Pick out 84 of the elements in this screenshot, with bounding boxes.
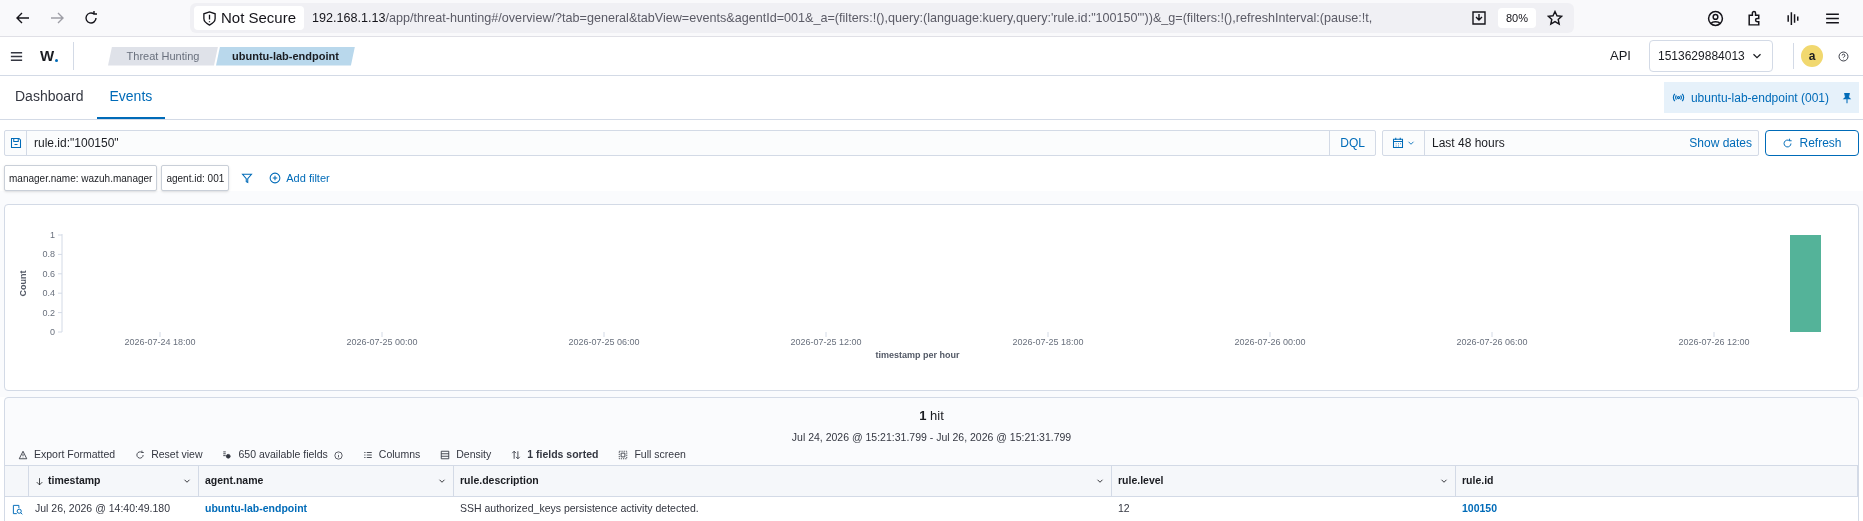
breadcrumb[interactable]: ubuntu-lab-endpoint bbox=[216, 46, 355, 66]
fullscreen-icon bbox=[618, 450, 629, 461]
back-icon[interactable] bbox=[15, 10, 31, 26]
api-label: API bbox=[1610, 47, 1631, 66]
x-tick-label: 2026-07-25 00:00 bbox=[346, 337, 418, 347]
pinned-agent-badge[interactable]: ubuntu-lab-endpoint (001) bbox=[1663, 82, 1859, 113]
zoom-level[interactable]: 80% bbox=[1497, 8, 1536, 28]
toolbar-button[interactable]: Full screen bbox=[618, 447, 686, 464]
y-tick-label: 0.4 bbox=[42, 288, 55, 299]
column-header[interactable]: agent.name bbox=[199, 466, 454, 497]
table-cell-text: Jul 26, 2026 @ 14:40:49.180 bbox=[35, 501, 170, 517]
filter-icon[interactable] bbox=[241, 172, 254, 184]
toolbar-button[interactable]: Export Formatted bbox=[18, 447, 116, 464]
cell-link[interactable]: 100150 bbox=[1462, 501, 1498, 518]
save-icon[interactable] bbox=[9, 137, 22, 149]
breadcrumb[interactable]: Threat Hunting bbox=[108, 46, 218, 66]
y-tick-label: 1 bbox=[50, 230, 55, 240]
column-header[interactable]: rule.description bbox=[454, 466, 1112, 497]
x-tick-label: 2026-07-26 00:00 bbox=[1234, 337, 1306, 347]
column-header[interactable]: rule.id bbox=[1456, 466, 1858, 497]
download-icon[interactable] bbox=[1470, 10, 1487, 26]
api-select[interactable]: 1513629884013 bbox=[1649, 40, 1773, 72]
toolbar-button[interactable]: 650 available fields bbox=[222, 447, 343, 464]
fields-icon bbox=[222, 450, 233, 461]
column-header[interactable]: timestamp bbox=[29, 466, 199, 497]
reload-icon[interactable] bbox=[83, 10, 99, 26]
plus-icon bbox=[269, 172, 282, 184]
security-chip[interactable]: Not Secure bbox=[194, 6, 305, 30]
sort-icon bbox=[511, 450, 522, 461]
time-picker[interactable]: Last 48 hours Show dates bbox=[1382, 130, 1759, 156]
url-text: 192.168.1.13/app/threat-hunting#/overview/?tab=general&tabView=events&agentId=001&_a=(filters:!(),query:(language:kuery,query:'rule.id:"100150"'))&_g=(filters:!(),refreshInterval:(pause:!t, bbox=[312, 9, 1373, 27]
query-bar[interactable]: rule.id:"100150" DQL bbox=[4, 130, 1376, 156]
language-toggle[interactable]: DQL bbox=[1329, 131, 1375, 155]
info-icon bbox=[333, 450, 343, 460]
table-cell-text: SSH authorized_keys persistence activity detected. bbox=[460, 501, 699, 517]
y-tick-label: 0.2 bbox=[42, 307, 55, 318]
logo[interactable]: W bbox=[38, 42, 74, 70]
security-label: Not Secure bbox=[221, 7, 297, 28]
refresh-icon bbox=[135, 450, 146, 461]
y-tick-label: 0.8 bbox=[42, 249, 55, 260]
x-tick-label: 2026-07-25 12:00 bbox=[790, 337, 862, 347]
cell-link[interactable]: ubuntu-lab-endpoint bbox=[205, 501, 308, 518]
time-range-text: Last 48 hours bbox=[1431, 135, 1506, 152]
table-icon bbox=[440, 450, 451, 461]
filter-pill[interactable]: agent.id: 001 bbox=[161, 165, 230, 191]
x-axis-title: timestamp per hour bbox=[875, 350, 960, 360]
y-axis-title: Count bbox=[18, 270, 28, 297]
query-text: rule.id:"100150" bbox=[33, 135, 120, 152]
calendar-icon[interactable] bbox=[1391, 137, 1404, 149]
shield-icon bbox=[202, 10, 217, 26]
list-icon bbox=[362, 450, 373, 461]
star-icon[interactable] bbox=[1547, 10, 1563, 26]
account-icon[interactable] bbox=[1707, 9, 1724, 27]
show-dates-link[interactable]: Show dates bbox=[1689, 131, 1758, 155]
time-range-summary: Jul 24, 2026 @ 15:21:31.799 - Jul 26, 2026 @ 15:21:31.799 bbox=[791, 430, 1072, 443]
tab[interactable]: Events bbox=[96, 76, 166, 119]
address-bar[interactable] bbox=[190, 3, 1574, 33]
warning-icon bbox=[18, 450, 28, 461]
tab[interactable]: Dashboard bbox=[2, 76, 97, 119]
x-tick-label: 2026-07-25 18:00 bbox=[1012, 337, 1084, 347]
toolbar-button[interactable]: 1 fields sorted bbox=[511, 447, 599, 464]
signal-icon bbox=[1671, 91, 1685, 104]
filter-pill[interactable]: manager.name: wazuh.manager bbox=[4, 165, 158, 191]
x-tick-label: 2026-07-26 12:00 bbox=[1678, 337, 1750, 347]
x-tick-label: 2026-07-24 18:00 bbox=[124, 337, 196, 347]
y-tick-label: 0 bbox=[50, 327, 55, 337]
hit-count: 1 hit bbox=[919, 408, 944, 423]
user-avatar[interactable]: a bbox=[1801, 45, 1823, 67]
pin-icon[interactable] bbox=[1841, 91, 1853, 104]
add-filter-link[interactable]: Add filter bbox=[269, 165, 330, 191]
table-cell-text: 12 bbox=[1118, 501, 1130, 517]
inspect-icon[interactable] bbox=[11, 503, 23, 515]
column-header[interactable]: rule.level bbox=[1112, 466, 1456, 497]
x-tick-label: 2026-07-26 06:00 bbox=[1456, 337, 1528, 347]
toolbar-button[interactable]: Columns bbox=[362, 447, 421, 464]
refresh-button[interactable]: Refresh bbox=[1765, 130, 1859, 156]
x-tick-label: 2026-07-25 06:00 bbox=[568, 337, 640, 347]
toolbar-button[interactable]: Density bbox=[440, 447, 492, 464]
y-tick-label: 0.6 bbox=[42, 268, 55, 279]
refresh-icon bbox=[1782, 137, 1794, 149]
sort-arrow-icon bbox=[35, 476, 44, 486]
toolbar-button[interactable]: Reset view bbox=[135, 447, 203, 464]
pinned-agent-label: ubuntu-lab-endpoint (001) bbox=[1690, 89, 1829, 107]
help-icon[interactable] bbox=[1837, 50, 1849, 62]
